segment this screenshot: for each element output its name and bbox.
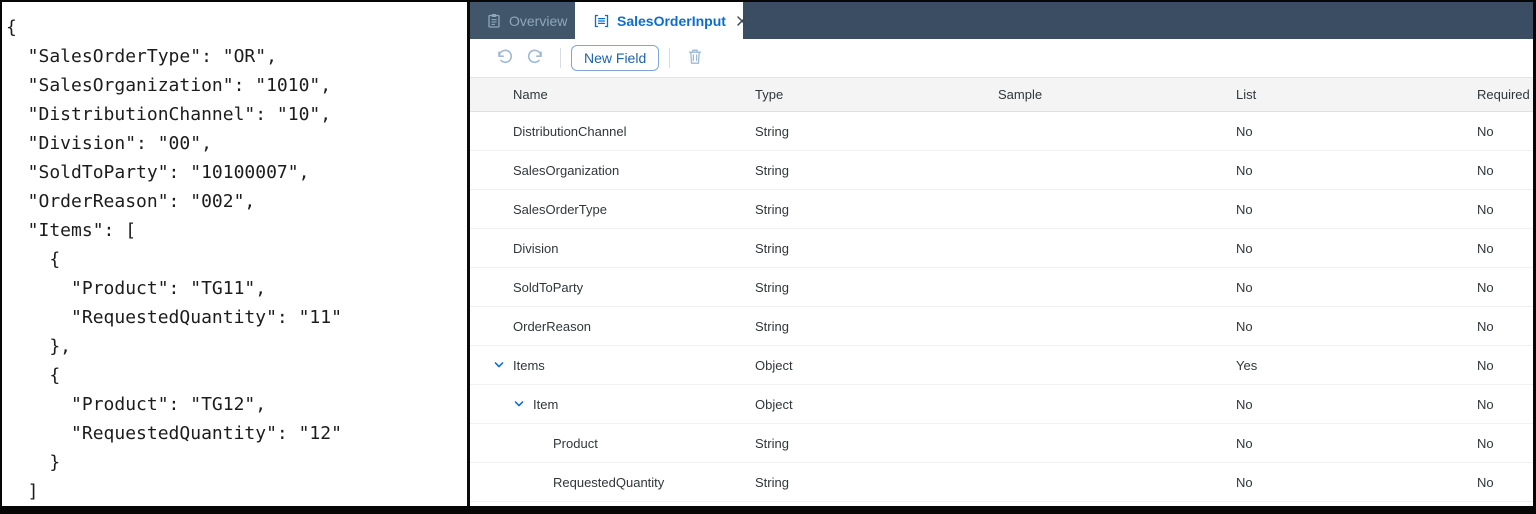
delete-button[interactable] — [680, 44, 710, 72]
field-name-label: SalesOrderType — [513, 201, 607, 217]
cell-required: No — [1477, 474, 1494, 490]
cell-type: String — [755, 201, 789, 217]
undo-button[interactable] — [490, 44, 520, 72]
cell-name: Division — [470, 241, 755, 256]
cell-list: No — [1236, 123, 1253, 139]
table-row[interactable]: SalesOrderType String No No — [470, 190, 1533, 229]
cell-list: No — [1236, 162, 1253, 178]
cell-list: No — [1236, 435, 1253, 451]
cell-list: No — [1236, 201, 1253, 217]
field-name-label: SoldToParty — [513, 279, 584, 295]
cell-name: Items — [470, 358, 755, 373]
column-header-list[interactable]: List — [1236, 87, 1477, 102]
table-row[interactable]: SoldToParty String No No — [470, 268, 1533, 307]
column-header-type[interactable]: Type — [755, 87, 998, 102]
cell-required: No — [1477, 240, 1494, 256]
json-content[interactable]: { "SalesOrderType": "OR", "SalesOrganiza… — [2, 2, 467, 506]
cell-list: No — [1236, 474, 1253, 490]
table-row[interactable]: DistributionChannel String No No — [470, 112, 1533, 151]
cell-type: String — [755, 318, 789, 334]
cell-name: SoldToParty — [470, 280, 755, 295]
cell-required: No — [1477, 162, 1494, 178]
table-body: DistributionChannel String No No SalesOrgani… — [470, 112, 1533, 502]
cell-required: No — [1477, 435, 1494, 451]
cell-type: String — [755, 240, 789, 256]
redo-button[interactable] — [520, 44, 550, 72]
model-editor-panel: Overview SalesOrderInput New Field Name … — [470, 2, 1533, 506]
table-row[interactable]: Items Object Yes No — [470, 346, 1533, 385]
tab-salesorderinput[interactable]: SalesOrderInput — [575, 2, 747, 39]
cell-list: No — [1236, 240, 1253, 256]
cell-type: Object — [755, 396, 793, 412]
cell-name: DistributionChannel — [470, 124, 755, 139]
cell-name: RequestedQuantity — [470, 475, 755, 490]
cell-required: No — [1477, 357, 1494, 373]
table-row[interactable]: SalesOrganization String No No — [470, 151, 1533, 190]
field-name-label: Product — [553, 435, 598, 451]
cell-name: Item — [470, 397, 755, 412]
close-icon[interactable] — [736, 15, 748, 27]
cell-type: String — [755, 474, 789, 490]
toolbar-separator — [560, 48, 561, 68]
field-name-label: OrderReason — [513, 318, 592, 334]
table-row[interactable]: Division String No No — [470, 229, 1533, 268]
clipboard-icon — [487, 13, 501, 28]
cell-required: No — [1477, 396, 1494, 412]
json-editor-panel: { "SalesOrderType": "OR", "SalesOrganiza… — [2, 2, 470, 506]
toolbar: New Field — [470, 39, 1533, 77]
cell-name: SalesOrganization — [470, 163, 755, 178]
column-header-required[interactable]: Required — [1477, 87, 1533, 102]
chevron-down-icon[interactable] — [513, 398, 533, 410]
cell-list: No — [1236, 318, 1253, 334]
table-header-row: Name Type Sample List Required — [470, 77, 1533, 112]
tab-overview-label: Overview — [509, 12, 568, 29]
cell-type: String — [755, 435, 789, 451]
new-field-button[interactable]: New Field — [571, 45, 660, 71]
tab-overview[interactable]: Overview — [470, 2, 575, 39]
cell-type: Object — [755, 357, 793, 373]
column-header-sample[interactable]: Sample — [998, 87, 1236, 102]
field-name-label: RequestedQuantity — [553, 474, 665, 490]
cell-required: No — [1477, 318, 1494, 334]
app-window: { "SalesOrderType": "OR", "SalesOrganiza… — [0, 0, 1536, 514]
cell-list: Yes — [1236, 357, 1258, 373]
table-row[interactable]: OrderReason String No No — [470, 307, 1533, 346]
cell-name: OrderReason — [470, 319, 755, 334]
table-row[interactable]: Item Object No No — [470, 385, 1533, 424]
trash-icon — [687, 48, 703, 68]
field-name-label: Division — [513, 240, 559, 256]
tab-bar: Overview SalesOrderInput — [470, 2, 1533, 39]
cell-name: Product — [470, 436, 755, 451]
cell-required: No — [1477, 279, 1494, 295]
cell-required: No — [1477, 123, 1494, 139]
schema-table: Name Type Sample List Required Distribut… — [470, 77, 1533, 506]
cell-type: String — [755, 123, 789, 139]
form-icon — [594, 14, 609, 28]
chevron-down-icon[interactable] — [493, 359, 513, 371]
field-name-label: DistributionChannel — [513, 123, 627, 139]
cell-required: No — [1477, 201, 1494, 217]
field-name-label: SalesOrganization — [513, 162, 620, 178]
redo-icon — [526, 49, 544, 68]
field-name-label: Item — [533, 396, 559, 412]
tab-salesorderinput-label: SalesOrderInput — [617, 12, 726, 29]
toolbar-separator — [669, 48, 671, 68]
column-header-name[interactable]: Name — [470, 87, 755, 102]
table-row[interactable]: RequestedQuantity String No No — [470, 463, 1533, 502]
cell-type: String — [755, 279, 789, 295]
table-row[interactable]: Product String No No — [470, 424, 1533, 463]
cell-type: String — [755, 162, 789, 178]
cell-list: No — [1236, 396, 1253, 412]
undo-icon — [496, 49, 514, 68]
field-name-label: Items — [513, 357, 545, 373]
cell-name: SalesOrderType — [470, 202, 755, 217]
cell-list: No — [1236, 279, 1253, 295]
